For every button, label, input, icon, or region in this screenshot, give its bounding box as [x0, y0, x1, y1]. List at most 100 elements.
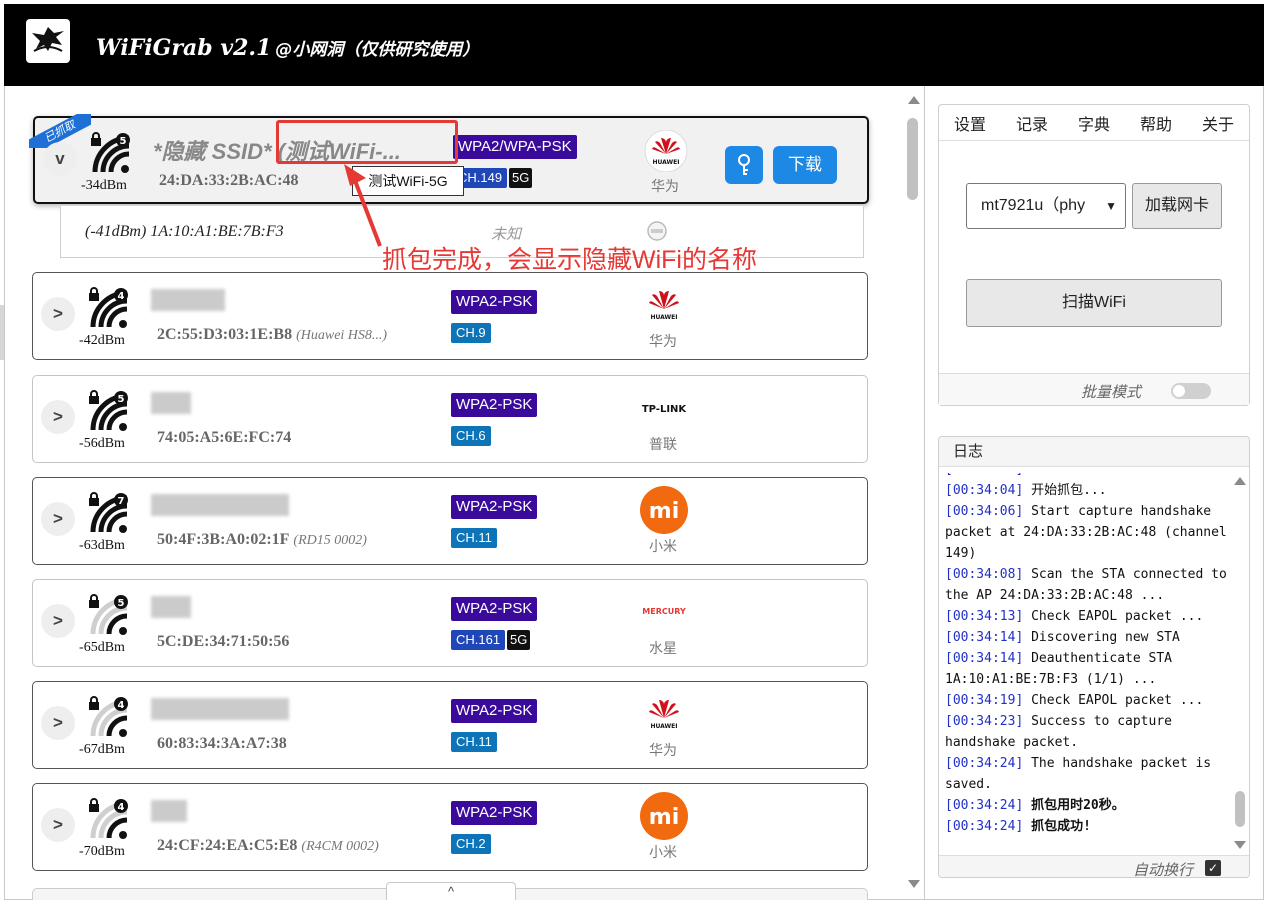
list-expand-tab[interactable]: ^ — [386, 882, 516, 900]
encryption-badge: WPA2-PSK — [451, 290, 538, 314]
network-card[interactable]: >7 -63dBm 50:4F:3B:A0:02:1F (RD15 0002) WPA2… — [32, 477, 868, 565]
cat-logo-icon — [32, 27, 64, 52]
svg-text:5: 5 — [118, 598, 125, 609]
vendor-name: 华为 — [649, 742, 677, 758]
encryption-badge: WPA2-PSK — [451, 495, 538, 519]
mercury-logo-icon: MERCURY — [642, 607, 686, 616]
signal-dbm: -67dBm — [79, 742, 125, 757]
network-card[interactable]: >4 -42dBm 2C:55:D3:03:1E:B8 (Huawei HS8...)… — [32, 272, 868, 360]
wifi-locked-signal-icon: 5 — [89, 390, 128, 431]
network-card[interactable]: >4 -70dBm 24:CF:24:EA:C5:E8 (R4CM 0002) WPA2… — [32, 783, 868, 871]
scroll-down-icon[interactable] — [908, 880, 920, 888]
xiaomi-logo-icon: mi — [640, 486, 688, 534]
band-badge: 5G — [509, 168, 533, 188]
chevron-down-icon: ▼ — [1105, 199, 1117, 213]
wifi-locked-signal-icon: 4 — [89, 798, 128, 839]
menu-help[interactable]: 帮助 — [1140, 111, 1172, 135]
scroll-thumb[interactable] — [907, 118, 918, 200]
panel-divider — [924, 86, 925, 900]
menu-about[interactable]: 关于 — [1202, 111, 1234, 135]
expand-button[interactable]: > — [41, 706, 75, 740]
tplink-logo-icon: TP-LINK — [642, 404, 688, 415]
auto-wrap-checkbox[interactable]: ✓ — [1205, 860, 1221, 876]
annotation-text: 抓包完成，会显示隐藏WiFi的名称 — [382, 246, 757, 274]
auto-wrap-label: 自动换行 — [1133, 862, 1194, 878]
expand-button[interactable]: > — [41, 297, 75, 331]
log-line: [00:34:14] Discovering new STA — [945, 630, 1180, 645]
bssid: 24:DA:33:2B:AC:48 — [159, 172, 299, 189]
batch-mode-row: 批量模式 — [939, 373, 1249, 405]
log-line: [00:34:24] 抓包用时20秒。 — [945, 798, 1125, 813]
encryption-badge: WPA2-PSK — [451, 393, 538, 417]
ssid-redacted — [151, 392, 191, 414]
adapter-select[interactable]: mt7921u（phy ▼ — [966, 183, 1126, 229]
network-card[interactable]: >4 -67dBm 60:83:34:3A:A7:38 WPA2-PSK CH.11 HU… — [32, 681, 868, 769]
encryption-badge: WPA2-PSK — [451, 597, 538, 621]
menu-dictionary[interactable]: 字典 — [1078, 111, 1110, 135]
toggle-knob — [1173, 385, 1185, 397]
xiaomi-logo-icon: mi — [640, 792, 688, 840]
svg-text:5: 5 — [118, 394, 125, 405]
svg-text:4: 4 — [118, 291, 125, 302]
log-scroll-down-icon[interactable] — [1234, 841, 1246, 849]
log-scrollbar[interactable] — [1233, 473, 1247, 853]
vendor-name: 水星 — [649, 640, 677, 656]
network-card[interactable]: >5 -65dBm 5C:DE:34:71:50:56 WPA2-PSK CH.161 5… — [32, 579, 868, 667]
huawei-logo-icon: HUAWEI — [644, 130, 688, 172]
ssid-redacted — [151, 494, 289, 516]
list-scrollbar[interactable] — [904, 92, 922, 892]
bssid: 74:05:A5:6E:FC:74 — [157, 429, 292, 446]
menu-settings[interactable]: 设置 — [954, 111, 986, 135]
key-button[interactable] — [725, 146, 763, 184]
channel-badge: CH.2 — [451, 834, 491, 854]
signal-dbm: -34dBm — [81, 178, 127, 193]
expand-button[interactable]: > — [41, 502, 75, 536]
vendor-name: 小米 — [649, 538, 677, 554]
vendor-name: 普联 — [649, 436, 677, 452]
log-scroll-up-icon[interactable] — [1234, 477, 1246, 485]
scroll-up-icon[interactable] — [908, 96, 920, 104]
bssid: 50:4F:3B:A0:02:1F (RD15 0002) — [157, 531, 367, 548]
title-bar: WiFiGrab v2.1 @小网洞（仅供研究使用） — [4, 4, 1264, 86]
svg-text:mi: mi — [649, 499, 679, 524]
log-panel: 日志 [00:34:04] ---------------------[00:3… — [938, 436, 1250, 878]
collapse-button[interactable]: v — [43, 142, 77, 176]
ssid-redacted — [151, 800, 187, 822]
log-body[interactable]: [00:34:04] --------------------- [00:34:0… — [945, 473, 1227, 853]
svg-text:HUAWEI: HUAWEI — [650, 314, 677, 321]
log-line: [00:34:13] Check EAPOL packet ... — [945, 609, 1204, 624]
menu-records[interactable]: 记录 — [1016, 111, 1048, 135]
device-model: (RD15 0002) — [293, 533, 367, 548]
app-subtitle: @小网洞（仅供研究使用） — [275, 40, 480, 60]
device-model: (Huawei HS8...) — [296, 328, 388, 343]
settings-panel: 设置 记录 字典 帮助 关于 mt7921u（phy ▼ 加载网卡 扫描WiFi… — [938, 104, 1250, 406]
expand-button[interactable]: > — [41, 604, 75, 638]
svg-text:MERCURY: MERCURY — [642, 607, 686, 616]
bssid: 2C:55:D3:03:1E:B8 (Huawei HS8...) — [157, 326, 388, 343]
channel-badge: CH.9 — [451, 323, 491, 343]
log-line: [00:34:23] Success to capture handshake … — [945, 714, 1172, 750]
svg-text:TP-LINK: TP-LINK — [642, 404, 688, 415]
annotation-arrow-icon — [344, 164, 382, 247]
log-scroll-thumb[interactable] — [1235, 791, 1245, 827]
log-line: [00:34:04] 开始抓包... — [945, 483, 1107, 498]
log-line: [00:34:14] Deauthenticate STA 1A:10:A1:B… — [945, 651, 1172, 687]
expand-button[interactable]: > — [41, 400, 75, 434]
huawei-logo-icon: HUAWEI — [649, 291, 679, 321]
scan-wifi-button[interactable]: 扫描WiFi — [966, 279, 1222, 327]
wifi-locked-signal-icon: 5 — [91, 132, 130, 173]
vendor-name: 华为 — [651, 178, 679, 194]
channel-badge: CH.11 — [451, 732, 497, 752]
svg-text:7: 7 — [118, 496, 125, 507]
download-button[interactable]: 下载 — [773, 146, 837, 184]
ssid-redacted — [151, 289, 225, 311]
encryption-badge: WPA2-PSK — [451, 801, 538, 825]
load-adapter-button[interactable]: 加载网卡 — [1132, 183, 1222, 229]
adapter-selected: mt7921u（phy — [981, 197, 1086, 214]
batch-mode-toggle[interactable] — [1171, 383, 1211, 399]
wifi-locked-signal-icon: 5 — [89, 594, 128, 635]
expand-button[interactable]: > — [41, 808, 75, 842]
wifi-locked-signal-icon: 7 — [89, 492, 128, 533]
log-line: [00:34:04] --------------------- — [945, 473, 1227, 480]
network-card[interactable]: >5 -56dBm 74:05:A5:6E:FC:74 WPA2-PSK CH.6 TP-… — [32, 375, 868, 463]
